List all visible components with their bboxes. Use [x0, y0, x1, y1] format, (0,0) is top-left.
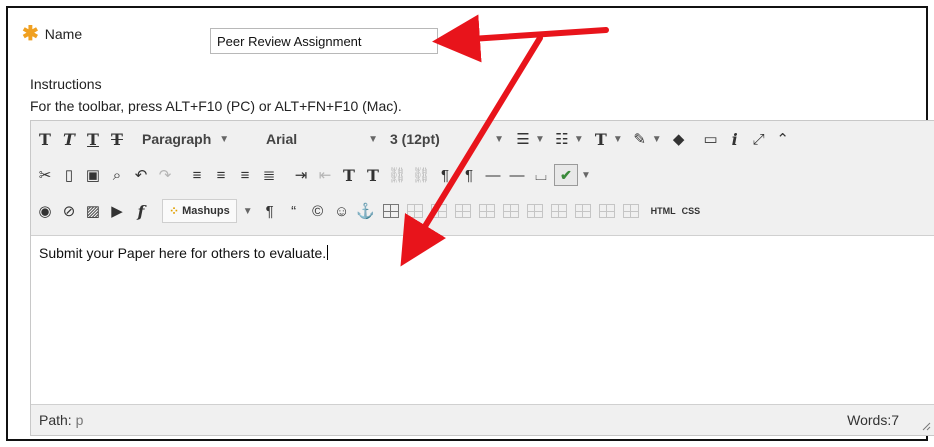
info-icon[interactable]: i	[724, 127, 746, 151]
insert-table-icon[interactable]	[382, 204, 399, 218]
subscript-icon[interactable]: T	[362, 163, 384, 187]
word-count: Words:7	[847, 412, 899, 428]
text-editor: T T T T Paragraph ▼ Arial ▼ 3 (12pt) ▼ ☰ ▼ ☷…	[30, 120, 934, 436]
fullscreen-icon[interactable]: ⤢	[748, 127, 770, 151]
row-props-icon[interactable]	[430, 204, 447, 218]
toolbar-row-1: T T T T Paragraph ▼ Arial ▼ 3 (12pt) ▼ ☰ ▼ ☷…	[34, 125, 796, 153]
split-cells-icon[interactable]	[622, 204, 639, 218]
redo-icon[interactable]: ↷	[154, 163, 176, 187]
insert-image-icon[interactable]: ▨	[82, 199, 104, 223]
editor-content[interactable]: Submit your Paper here for others to eva…	[39, 245, 329, 261]
link-icon[interactable]: ⛓	[386, 163, 408, 187]
toolbar-hint: For the toolbar, press ALT+F10 (PC) or A…	[30, 98, 402, 114]
name-label: Name	[44, 26, 83, 42]
text-color-icon[interactable]: T	[590, 127, 612, 151]
instructions-label: Instructions	[30, 76, 102, 92]
horizontal-line-icon[interactable]: —	[506, 163, 528, 187]
insert-row-before-icon[interactable]	[478, 204, 495, 218]
highlight-icon[interactable]: ✎	[629, 127, 651, 151]
copy-icon[interactable]: ▯	[58, 163, 80, 187]
name-input[interactable]	[210, 28, 438, 54]
align-justify-icon[interactable]: ≣	[258, 163, 280, 187]
css-button[interactable]: CSS	[682, 206, 701, 216]
undo-icon[interactable]: ↶	[130, 163, 152, 187]
path-value[interactable]: p	[76, 412, 84, 428]
insert-col-after-icon[interactable]	[574, 204, 591, 218]
numbered-list-icon[interactable]: ☷	[551, 127, 573, 151]
paragraph-select[interactable]: Paragraph ▼	[138, 128, 258, 150]
element-path: Path: p	[39, 412, 84, 428]
record-icon[interactable]: ◉	[34, 199, 56, 223]
anchor-icon[interactable]: ⚓	[355, 199, 377, 223]
emoticon-icon[interactable]: ☺	[331, 199, 353, 223]
cell-props-icon[interactable]	[454, 204, 471, 218]
toolbar-row-3: ◉ ⊘ ▨ ▶ f ⁘ Mashups ▼ ¶ “ © ☺ ⚓ HTML CSS	[34, 197, 706, 225]
underline-icon[interactable]: T	[82, 127, 104, 151]
nonbreaking-space-icon[interactable]: ⌴	[530, 163, 552, 187]
paragraph-mark-icon[interactable]: ¶	[259, 199, 281, 223]
editor-statusbar: Path: p Words:7	[31, 404, 934, 435]
bold-icon[interactable]: T	[34, 127, 56, 151]
unlink-icon[interactable]: ⛓	[410, 163, 432, 187]
strikethrough-icon[interactable]: T	[106, 127, 128, 151]
preview-icon[interactable]: ▭	[700, 127, 722, 151]
quote-icon[interactable]: “	[283, 199, 305, 223]
insert-row-after-icon[interactable]	[502, 204, 519, 218]
insert-col-before-icon[interactable]	[550, 204, 567, 218]
align-right-icon[interactable]: ≡	[234, 163, 256, 187]
align-left-icon[interactable]: ≡	[186, 163, 208, 187]
html-button[interactable]: HTML	[651, 206, 676, 216]
math-formula-icon[interactable]: f	[130, 199, 152, 223]
font-size-select[interactable]: 3 (12pt) ▼	[386, 128, 508, 150]
editor-toolbar: T T T T Paragraph ▼ Arial ▼ 3 (12pt) ▼ ☰ ▼ ☷…	[31, 121, 934, 236]
bullet-list-icon[interactable]: ☰	[512, 127, 534, 151]
mashups-dropdown[interactable]: ⁘ Mashups	[162, 199, 237, 223]
font-select[interactable]: Arial ▼	[262, 128, 382, 150]
rtl-icon[interactable]: ¶	[458, 163, 480, 187]
ltr-icon[interactable]: ¶	[434, 163, 456, 187]
editor-text: Submit your Paper here for others to eva…	[39, 245, 327, 261]
indent-icon[interactable]: ⇥	[290, 163, 312, 187]
horizontal-rule-icon[interactable]: —	[482, 163, 504, 187]
eraser-icon[interactable]: ◆	[668, 127, 690, 151]
required-asterisk-icon: ✱	[22, 23, 39, 45]
resize-grip-icon[interactable]	[921, 421, 931, 431]
delete-row-icon[interactable]	[526, 204, 543, 218]
name-field-row: ✱ Name	[22, 22, 82, 46]
text-cursor	[327, 245, 329, 260]
italic-icon[interactable]: T	[58, 127, 80, 151]
insert-media-icon[interactable]: ▶	[106, 199, 128, 223]
align-center-icon[interactable]: ≡	[210, 163, 232, 187]
find-icon[interactable]: ⌕	[106, 163, 128, 187]
superscript-icon[interactable]: T	[338, 163, 360, 187]
outdent-icon[interactable]: ⇤	[314, 163, 336, 187]
copyright-icon[interactable]: ©	[307, 199, 329, 223]
attach-file-icon[interactable]: ⊘	[58, 199, 80, 223]
toolbar-row-2: ✂ ▯ ▣ ⌕ ↶ ↷ ≡ ≡ ≡ ≣ ⇥ ⇤ T T ⛓ ⛓ ¶ ¶ — — …	[34, 161, 597, 189]
table-props-icon[interactable]	[406, 204, 423, 218]
cut-icon[interactable]: ✂	[34, 163, 56, 187]
spellcheck-icon[interactable]: ✔	[554, 164, 578, 186]
collapse-toolbar-icon[interactable]: ⌃	[772, 127, 794, 151]
delete-col-icon[interactable]	[598, 204, 615, 218]
paste-icon[interactable]: ▣	[82, 163, 104, 187]
